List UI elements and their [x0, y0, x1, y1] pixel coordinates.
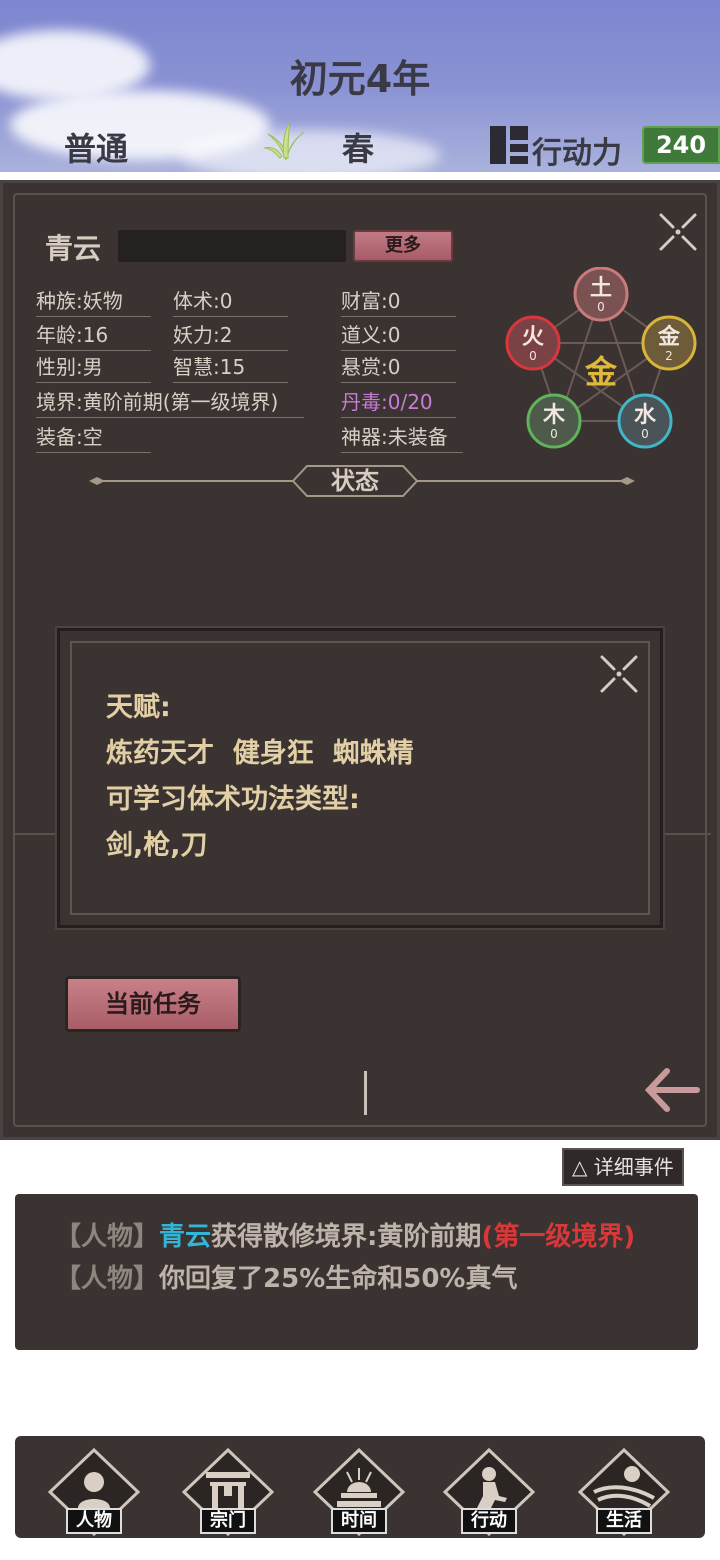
top-bar: 初元4年 普通 春 行动力 240	[0, 0, 720, 172]
talent-list: 炼药天才 健身狂 蜘蛛精	[106, 738, 414, 769]
nav-label: 行动	[461, 1508, 517, 1534]
nav-label: 生活	[596, 1508, 652, 1534]
nav-label: 时间	[331, 1508, 387, 1534]
svg-text:木: 木	[542, 403, 566, 428]
stat-gender: 性别:男	[36, 351, 151, 383]
character-name: 青云	[45, 232, 102, 265]
text-cursor	[364, 1071, 367, 1115]
element-earth: 土 0	[573, 267, 629, 322]
divider	[663, 833, 711, 835]
spring-sprout-icon	[263, 121, 305, 161]
nav-action[interactable]: 行动	[441, 1446, 537, 1538]
more-button[interactable]: 更多	[353, 230, 453, 262]
stat-wealth: 财富:0	[341, 285, 456, 317]
stat-bounty: 悬赏:0	[341, 351, 456, 383]
nav-label: 人物	[66, 1508, 122, 1534]
nav-label: 宗门	[200, 1508, 256, 1534]
close-icon[interactable]	[655, 209, 701, 255]
stat-wisdom: 智慧:15	[173, 351, 288, 383]
element-metal: 金 2	[641, 315, 697, 371]
log-text: 获得散修境界:黄阶前期	[211, 1222, 482, 1252]
talent-popup: 天赋: 炼药天才 健身狂 蜘蛛精 可学习体术功法类型: 剑,枪,刀	[57, 628, 663, 928]
action-power-label: 行动力	[532, 136, 622, 171]
event-log: 【人物】青云获得散修境界:黄阶前期(第一级境界) 【人物】你回复了25%生命和5…	[15, 1194, 698, 1350]
talent-heading: 天赋:	[106, 692, 171, 723]
nav-person[interactable]: 人物	[46, 1446, 142, 1538]
stat-righteousness: 道义:0	[341, 319, 456, 351]
current-task-button[interactable]: 当前任务	[65, 976, 241, 1032]
tab-status[interactable]: 状态	[293, 466, 417, 496]
action-power-icon	[490, 126, 528, 164]
svg-text:2: 2	[665, 349, 673, 363]
learnable-weapons: 剑,枪,刀	[106, 830, 208, 861]
log-character-name: 青云	[159, 1222, 212, 1252]
dominant-element: 金	[584, 353, 618, 391]
svg-text:金: 金	[657, 324, 681, 350]
log-tag: 【人物】	[55, 1264, 160, 1294]
season-label: 春	[342, 130, 375, 168]
stat-body-art: 体术:0	[173, 285, 288, 317]
stat-realm: 境界:黄阶前期(第一级境界)	[36, 386, 304, 418]
log-entry: 【人物】青云获得散修境界:黄阶前期(第一级境界)	[55, 1216, 635, 1253]
svg-text:0: 0	[550, 427, 558, 441]
svg-text:0: 0	[597, 300, 605, 314]
back-arrow-icon[interactable]	[643, 1065, 701, 1115]
nav-life[interactable]: 生活	[576, 1446, 672, 1538]
element-water: 水 0	[617, 393, 673, 449]
log-highlight: (第一级境界)	[481, 1222, 636, 1252]
era-title: 初元4年	[289, 57, 431, 101]
log-text: 你回复了25%生命和50%真气	[159, 1264, 518, 1294]
svg-text:土: 土	[590, 276, 612, 301]
difficulty-mode: 普通	[64, 130, 129, 168]
learnable-heading: 可学习体术功法类型:	[106, 784, 360, 815]
stat-age: 年龄:16	[36, 319, 151, 351]
stat-race: 种族:妖物	[36, 285, 151, 317]
element-fire: 火 0	[505, 315, 561, 371]
nav-time[interactable]: 时间	[311, 1446, 407, 1538]
stat-demon-power: 妖力:2	[173, 319, 288, 351]
nav-sect[interactable]: 宗门	[180, 1446, 276, 1538]
svg-text:0: 0	[641, 427, 649, 441]
log-tag: 【人物】	[55, 1222, 160, 1252]
log-entry: 【人物】你回复了25%生命和50%真气	[55, 1258, 517, 1295]
svg-text:水: 水	[634, 403, 657, 428]
svg-text:0: 0	[529, 349, 537, 363]
action-power-value: 240	[642, 126, 720, 164]
popup-close-icon[interactable]	[596, 651, 642, 697]
cloud-decoration	[180, 130, 440, 172]
name-bar	[118, 230, 346, 262]
divider	[13, 833, 61, 835]
stat-artifact: 神器:未装备	[341, 421, 463, 453]
five-elements-chart: 金 土 0 火 0 金 2 木 0 水 0	[505, 267, 697, 449]
detail-events-button[interactable]: △ 详细事件	[562, 1148, 684, 1186]
svg-text:火: 火	[522, 325, 544, 350]
stat-pill-poison: 丹毒:0/20	[341, 386, 456, 418]
stat-equipment: 装备:空	[36, 421, 151, 453]
element-wood: 木 0	[526, 393, 582, 449]
